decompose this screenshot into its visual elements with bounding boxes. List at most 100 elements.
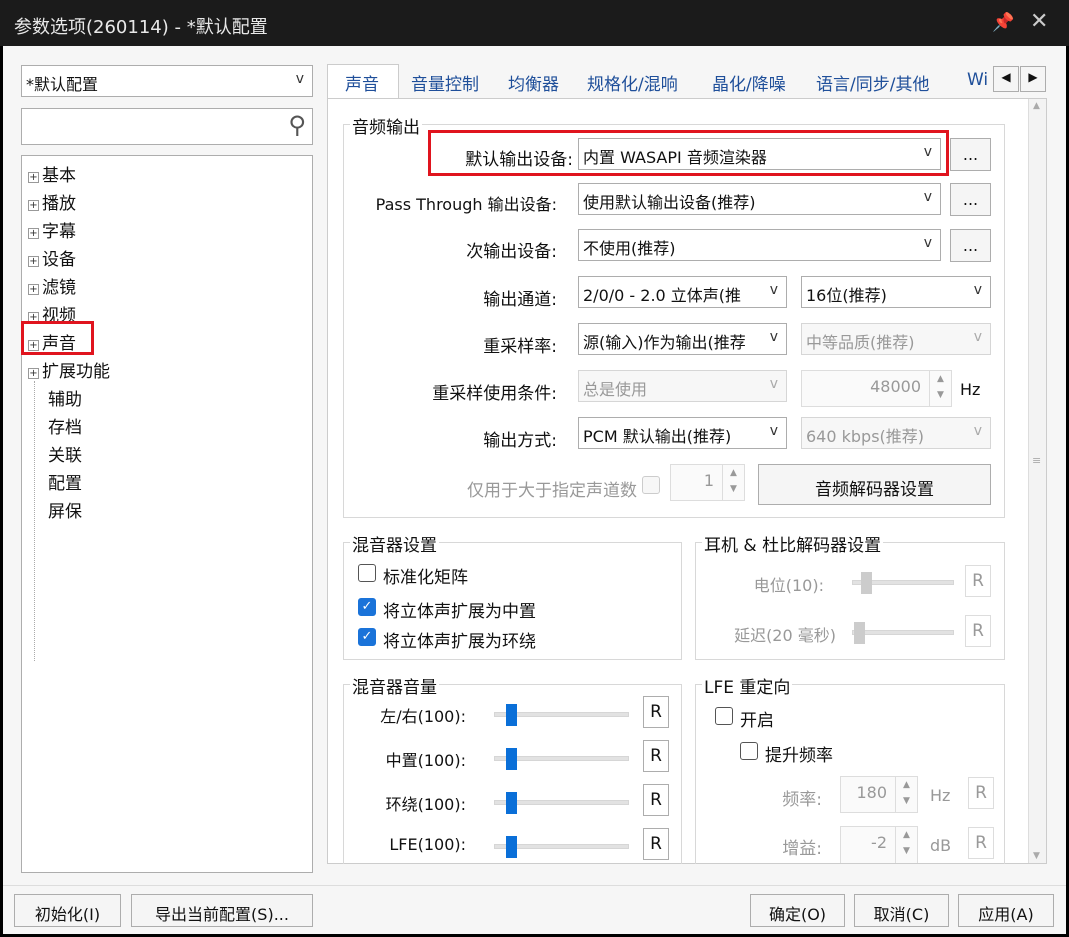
mixer-checkbox[interactable]: ✓ [358, 628, 376, 646]
channels-select[interactable]: 2/0/0 - 2.0 立体声(推v [578, 276, 787, 308]
search-icon[interactable]: ⚲ [288, 111, 306, 139]
mixer-checkbox[interactable]: ✓ [358, 598, 376, 616]
resample-select[interactable]: 源(输入)作为输出(推荐v [578, 323, 787, 355]
lfe-freq-reset-button[interactable]: R [968, 777, 994, 809]
volume-reset-button[interactable]: R [643, 696, 669, 728]
volume-slider-thumb[interactable] [506, 836, 517, 858]
secondary-select[interactable]: 不使用(推荐)v [578, 229, 941, 261]
passthrough-more-button[interactable]: ... [950, 183, 991, 216]
headphone-slider-thumb[interactable] [854, 622, 865, 644]
expand-icon[interactable]: + [28, 172, 39, 183]
tree-item[interactable]: 关联 [48, 441, 82, 466]
passthrough-select[interactable]: 使用默认输出设备(推荐)v [578, 183, 941, 215]
default-device-more-button[interactable]: ... [950, 138, 991, 171]
apply-button[interactable]: 应用(A) [958, 894, 1054, 927]
tree-item[interactable]: +播放 [28, 189, 76, 214]
bitdepth-select[interactable]: 16位(推荐)v [801, 276, 991, 308]
secondary-more-button[interactable]: ... [950, 229, 991, 262]
resample-quality-select[interactable]: 中等品质(推荐)v [801, 323, 991, 355]
tree-item-label: 屏保 [48, 502, 82, 522]
tree-item[interactable]: +基本 [28, 161, 76, 186]
tree-item-label: 滤镜 [42, 278, 76, 298]
resample-cond-select[interactable]: 总是使用v [578, 370, 787, 402]
expand-icon[interactable]: + [28, 284, 39, 295]
headphone-reset-button[interactable]: R [965, 565, 991, 597]
cancel-button[interactable]: 取消(C) [854, 894, 949, 927]
search-input[interactable]: ⚲ [21, 108, 313, 145]
tree-connector [34, 381, 35, 661]
tab[interactable]: 音量控制 [411, 64, 479, 98]
tree-item[interactable]: +滤镜 [28, 273, 76, 298]
tree-item-label: 配置 [48, 474, 82, 494]
tab-scroll-left[interactable]: ◀ [993, 66, 1019, 92]
lfe-gain-spinner[interactable]: -2 ▲▼ [840, 826, 918, 863]
lfe-enable-label: 开启 [740, 706, 774, 731]
only-channels-checkbox[interactable] [642, 476, 660, 494]
export-button[interactable]: 导出当前配置(S)... [131, 894, 313, 927]
spin-arrows-icon[interactable]: ▲▼ [929, 371, 951, 406]
init-button[interactable]: 初始化(I) [14, 894, 121, 927]
tree-item[interactable]: 存档 [48, 413, 82, 438]
profile-select[interactable]: *默认配置v [21, 65, 313, 97]
lfe-gain-reset-button[interactable]: R [968, 827, 994, 859]
volume-reset-button[interactable]: R [643, 784, 669, 816]
bitrate-select[interactable]: 640 kbps(推荐)v [801, 417, 991, 449]
group-title: LFE 重定向 [702, 673, 792, 698]
pin-icon[interactable]: 📌 [992, 12, 1014, 33]
method-select[interactable]: PCM 默认输出(推荐)v [578, 417, 787, 449]
volume-label: 环绕(100): [386, 791, 466, 815]
sample-rate-spinner[interactable]: 48000▲▼ [801, 370, 952, 407]
tab[interactable]: 均衡器 [508, 64, 559, 98]
mixer-checkbox[interactable] [358, 564, 376, 582]
tree-item[interactable]: +设备 [28, 245, 76, 270]
chevron-down-icon: v [924, 189, 932, 205]
volume-slider-thumb[interactable] [506, 704, 517, 726]
expand-icon[interactable]: + [28, 200, 39, 211]
ok-button[interactable]: 确定(O) [750, 894, 845, 927]
lfe-enable-checkbox[interactable] [715, 707, 733, 725]
spin-value: 180 [856, 783, 887, 802]
volume-slider-thumb[interactable] [506, 748, 517, 770]
mixer-checkbox-label: 将立体声扩展为中置 [383, 597, 536, 622]
close-icon[interactable]: ✕ [1030, 9, 1048, 34]
lfe-freq-spinner[interactable]: 180 ▲▼ [840, 776, 918, 813]
tab[interactable]: 语言/同步/其他 [816, 64, 929, 98]
volume-reset-button[interactable]: R [643, 828, 669, 860]
tree-item-label: 辅助 [48, 390, 82, 410]
volume-reset-button[interactable]: R [643, 740, 669, 772]
expand-icon[interactable]: + [28, 368, 39, 379]
resample-label: 重采样率: [483, 332, 557, 357]
headphone-reset-button[interactable]: R [965, 615, 991, 647]
spin-arrows-icon[interactable]: ▲▼ [895, 827, 917, 863]
channels-count-spinner[interactable]: 1▲▼ [670, 464, 745, 501]
lfe-boost-checkbox[interactable] [740, 742, 758, 760]
expand-icon[interactable]: + [28, 256, 39, 267]
select-value: 不使用(推荐) [583, 239, 676, 258]
spin-value: -2 [871, 833, 887, 852]
tab[interactable]: 声音 [345, 64, 379, 98]
chevron-down-icon: v [770, 423, 778, 439]
secondary-label: 次输出设备: [466, 237, 557, 262]
headphone-slider-thumb[interactable] [861, 572, 872, 594]
tree-item[interactable]: 配置 [48, 469, 82, 494]
tree-item-label: 基本 [42, 166, 76, 186]
tree-item[interactable]: 辅助 [48, 385, 82, 410]
tab[interactable]: 晶化/降噪 [712, 64, 786, 98]
spin-arrows-icon[interactable]: ▲▼ [895, 777, 917, 812]
decoder-settings-button[interactable]: 音频解码器设置 [758, 464, 991, 505]
tree-item[interactable]: 屏保 [48, 497, 82, 522]
tree-item[interactable]: +扩展功能 [28, 357, 110, 382]
passthrough-label: Pass Through 输出设备: [376, 191, 557, 215]
chevron-down-icon: v [974, 329, 982, 345]
scrollbar[interactable]: ▲≡▼ [1028, 99, 1046, 863]
tree-item[interactable]: +字幕 [28, 217, 76, 242]
volume-slider-thumb[interactable] [506, 792, 517, 814]
tab[interactable]: 规格化/混响 [587, 64, 678, 98]
group-title: 混音器设置 [350, 531, 439, 556]
spin-arrows-icon[interactable]: ▲▼ [722, 465, 744, 500]
tab[interactable]: Wi [967, 64, 988, 98]
tab-scroll-right[interactable]: ▶ [1020, 66, 1046, 92]
resample-cond-label: 重采样使用条件: [432, 379, 557, 404]
headphone-slider-track[interactable] [852, 630, 954, 635]
expand-icon[interactable]: + [28, 228, 39, 239]
